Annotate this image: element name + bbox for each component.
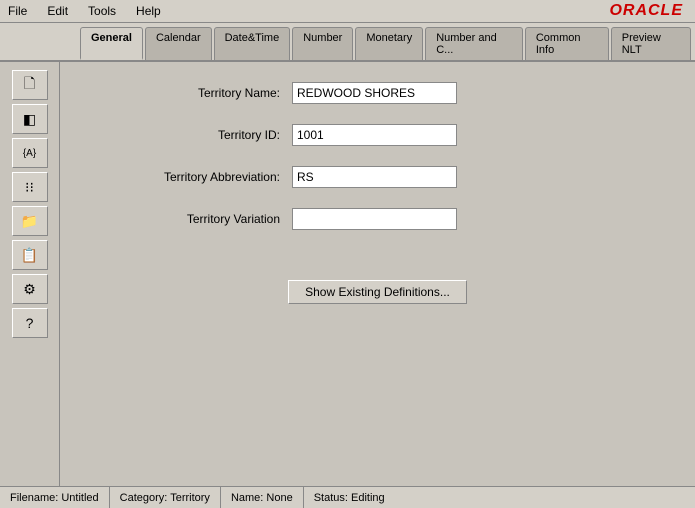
- help-icon: ?: [26, 315, 34, 331]
- territory-variation-input[interactable]: [292, 208, 457, 230]
- status-name: Name: None: [221, 487, 304, 508]
- button-container: Show Existing Definitions...: [100, 260, 655, 304]
- sidebar: 🗋 ◧ {A} ⁝⁝ 📁 📋 ⚙ ?: [0, 62, 60, 486]
- territory-abbrev-row: Territory Abbreviation:: [100, 166, 655, 188]
- menu-file[interactable]: File: [4, 2, 31, 20]
- status-bar: Filename: Untitled Category: Territory N…: [0, 486, 695, 508]
- sidebar-btn-7[interactable]: ?: [12, 308, 48, 338]
- show-existing-button[interactable]: Show Existing Definitions...: [288, 280, 467, 304]
- territory-abbrev-input[interactable]: [292, 166, 457, 188]
- oracle-logo: ORACLE: [609, 2, 691, 20]
- menu-edit[interactable]: Edit: [43, 2, 72, 20]
- sidebar-btn-4[interactable]: 📁: [12, 206, 48, 236]
- layout-icon: ◧: [23, 111, 36, 128]
- tab-number-c[interactable]: Number and C...: [425, 27, 523, 60]
- list-icon: ⁝⁝: [25, 179, 34, 196]
- variable-icon: {A}: [23, 148, 36, 159]
- sidebar-btn-3[interactable]: ⁝⁝: [12, 172, 48, 202]
- menu-bar: File Edit Tools Help ORACLE: [0, 0, 695, 23]
- clipboard-icon: 📋: [21, 247, 38, 264]
- tab-preview-nlt[interactable]: Preview NLT: [611, 27, 691, 60]
- main-layout: 🗋 ◧ {A} ⁝⁝ 📁 📋 ⚙ ? Territory Name:: [0, 62, 695, 486]
- territory-variation-row: Territory Variation: [100, 208, 655, 230]
- tab-number[interactable]: Number: [292, 27, 353, 60]
- gear-icon: ⚙: [23, 281, 36, 298]
- sidebar-btn-5[interactable]: 📋: [12, 240, 48, 270]
- territory-name-row: Territory Name:: [100, 82, 655, 104]
- territory-variation-label: Territory Variation: [100, 212, 280, 226]
- content-area: Territory Name: Territory ID: Territory …: [60, 62, 695, 486]
- territory-id-label: Territory ID:: [100, 128, 280, 142]
- tab-common-info[interactable]: Common Info: [525, 27, 609, 60]
- territory-name-input[interactable]: [292, 82, 457, 104]
- territory-id-row: Territory ID:: [100, 124, 655, 146]
- menu-tools[interactable]: Tools: [84, 2, 120, 20]
- status-category: Category: Territory: [110, 487, 221, 508]
- tab-monetary[interactable]: Monetary: [355, 27, 423, 60]
- territory-abbrev-label: Territory Abbreviation:: [100, 170, 280, 184]
- sidebar-btn-6[interactable]: ⚙: [12, 274, 48, 304]
- territory-name-label: Territory Name:: [100, 86, 280, 100]
- tab-calendar[interactable]: Calendar: [145, 27, 212, 60]
- tab-bar: General Calendar Date&Time Number Moneta…: [0, 23, 695, 62]
- sidebar-btn-2[interactable]: {A}: [12, 138, 48, 168]
- territory-id-input[interactable]: [292, 124, 457, 146]
- document-icon: 🗋: [24, 73, 35, 97]
- status-editing: Status: Editing: [304, 487, 395, 508]
- tab-general[interactable]: General: [80, 27, 143, 60]
- sidebar-btn-1[interactable]: ◧: [12, 104, 48, 134]
- sidebar-btn-0[interactable]: 🗋: [12, 70, 48, 100]
- status-filename: Filename: Untitled: [0, 487, 110, 508]
- tab-datetime[interactable]: Date&Time: [214, 27, 291, 60]
- folder-icon: 📁: [21, 213, 38, 230]
- menu-help[interactable]: Help: [132, 2, 165, 20]
